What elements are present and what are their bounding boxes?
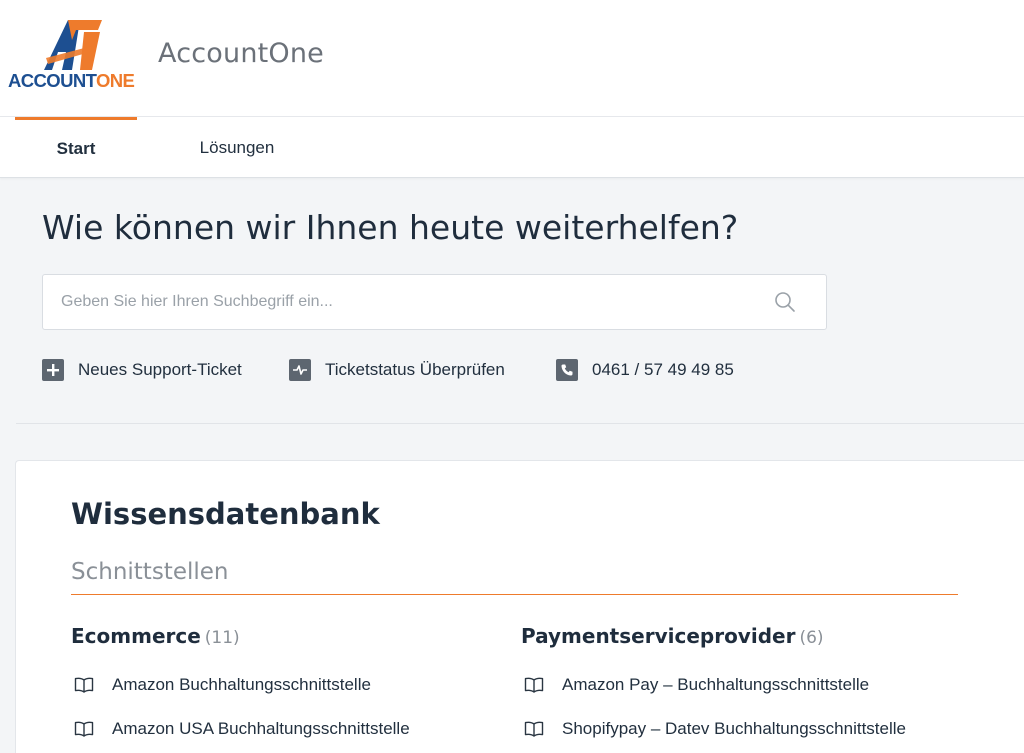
book-icon bbox=[74, 677, 94, 693]
main-nav: Start Lösungen bbox=[0, 117, 1024, 178]
article-link[interactable]: Shopifypay – Datev Buchhaltungsschnittst… bbox=[524, 717, 906, 741]
logo-mark-icon: ACCOUNTONE bbox=[8, 20, 135, 91]
site-header: ACCOUNTONE AccountOne bbox=[0, 0, 1024, 117]
svg-text:ACCOUNTONE: ACCOUNTONE bbox=[8, 70, 135, 91]
knowledge-base-card: Wissensdatenbank Schnittstellen Ecommerc… bbox=[15, 460, 1024, 753]
ticket-status-link[interactable]: Ticketstatus Überprüfen bbox=[289, 358, 505, 382]
article-link[interactable]: Amazon USA Buchhaltungsschnittstelle bbox=[74, 717, 410, 741]
category-title: Ecommerce bbox=[71, 624, 201, 648]
plus-icon bbox=[42, 359, 64, 381]
article-link[interactable]: Amazon Pay – Buchhaltungsschnittstelle bbox=[524, 673, 869, 697]
category-paymentserviceprovider[interactable]: Paymentserviceprovider (6) bbox=[521, 624, 824, 648]
search-icon[interactable] bbox=[774, 291, 796, 313]
hero-title: Wie können wir Ihnen heute weiterhelfen? bbox=[42, 208, 739, 247]
ticket-status-label: Ticketstatus Überprüfen bbox=[325, 360, 505, 379]
section-divider bbox=[71, 594, 958, 595]
category-count: (11) bbox=[204, 628, 240, 648]
category-ecommerce[interactable]: Ecommerce (11) bbox=[71, 624, 240, 648]
search-box bbox=[42, 274, 827, 330]
category-title: Paymentserviceprovider bbox=[521, 624, 796, 648]
section-title: Schnittstellen bbox=[71, 559, 229, 585]
article-title: Amazon Buchhaltungsschnittstelle bbox=[112, 675, 371, 694]
kb-title: Wissensdatenbank bbox=[71, 497, 380, 531]
hero-divider bbox=[16, 423, 1024, 424]
new-ticket-link[interactable]: Neues Support-Ticket bbox=[42, 358, 242, 382]
article-link[interactable]: Amazon Buchhaltungsschnittstelle bbox=[74, 673, 371, 697]
article-title: Shopifypay – Datev Buchhaltungsschnittst… bbox=[562, 719, 906, 738]
new-ticket-label: Neues Support-Ticket bbox=[78, 360, 242, 379]
book-icon bbox=[74, 721, 94, 737]
tab-start[interactable]: Start bbox=[15, 117, 137, 178]
book-icon bbox=[524, 677, 544, 693]
phone-icon bbox=[556, 359, 578, 381]
accountone-logo[interactable]: ACCOUNTONE bbox=[6, 18, 148, 94]
phone-number: 0461 / 57 49 49 85 bbox=[592, 360, 734, 379]
phone-link[interactable]: 0461 / 57 49 49 85 bbox=[556, 358, 734, 382]
article-title: Amazon USA Buchhaltungsschnittstelle bbox=[112, 719, 410, 738]
search-input[interactable] bbox=[61, 275, 761, 329]
category-count: (6) bbox=[799, 628, 824, 648]
article-title: Amazon Pay – Buchhaltungsschnittstelle bbox=[562, 675, 870, 694]
book-icon bbox=[524, 721, 544, 737]
brand-name: AccountOne bbox=[158, 38, 324, 69]
tab-loesungen[interactable]: Lösungen bbox=[176, 117, 298, 178]
activity-icon bbox=[289, 359, 311, 381]
